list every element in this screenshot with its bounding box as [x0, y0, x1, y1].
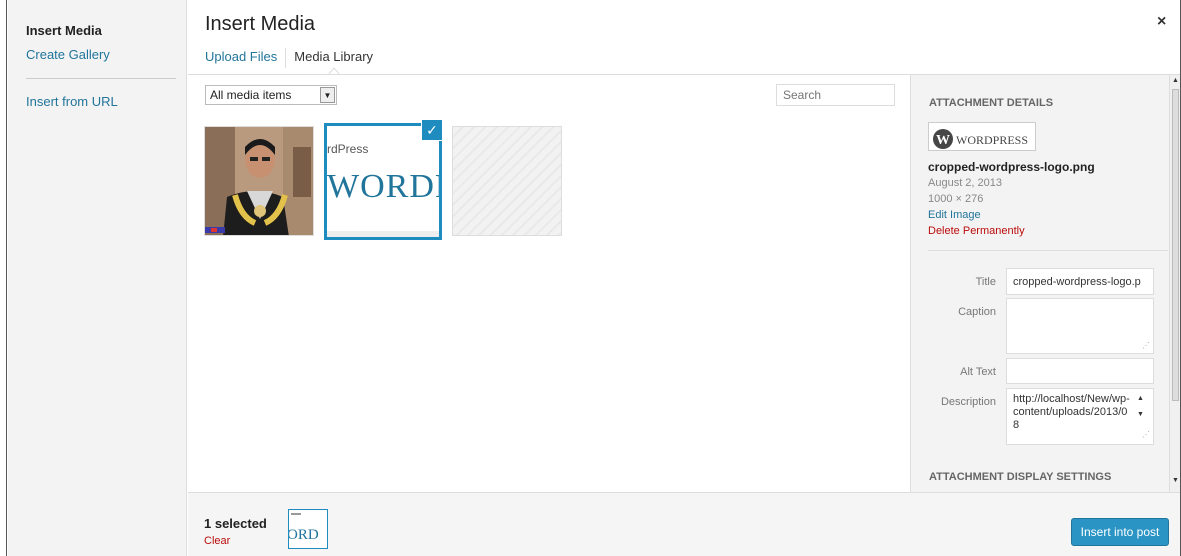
svg-text:W: W [936, 133, 950, 148]
tab-upload-files[interactable]: Upload Files [205, 49, 277, 64]
description-scroll-arrows-icon[interactable]: ▲ ▼ [1137, 395, 1145, 419]
media-filter-select[interactable]: All media items ▼ [205, 85, 337, 105]
tab-media-library[interactable]: Media Library [294, 49, 373, 64]
insert-into-post-button[interactable]: Insert into post [1071, 518, 1169, 546]
menu-item-insert-from-url[interactable]: Insert from URL [26, 94, 118, 109]
edit-image-link[interactable]: Edit Image [928, 209, 981, 221]
dropdown-arrow-icon[interactable]: ▼ [320, 87, 335, 103]
description-field[interactable]: http://localhost/New/wp-content/uploads/… [1006, 388, 1154, 445]
tab-separator [285, 48, 287, 68]
window-frame-left [0, 0, 7, 556]
sidebar-thumb-text: WORDPRESS [956, 133, 1028, 147]
selected-attachment-thumbnail[interactable]: ORD [288, 509, 328, 549]
person-photo-image [205, 127, 313, 235]
description-value: http://localhost/New/wp-content/uploads/… [1013, 393, 1130, 431]
router-tabs: Upload Files Media Library [205, 48, 373, 68]
clear-selection-link[interactable]: Clear [204, 535, 230, 547]
checkmark-icon[interactable]: ✓ [421, 119, 443, 141]
menu-separator [26, 78, 176, 79]
scrollbar-thumb[interactable] [1172, 89, 1179, 401]
menu-item-insert-media[interactable]: Insert Media [26, 23, 102, 38]
logo-text-big: WORDP [327, 168, 439, 205]
description-label: Description [940, 396, 996, 408]
attachment-placeholder[interactable] [452, 126, 562, 236]
alt-text-label: Alt Text [960, 366, 996, 378]
logo-text-small: rdPress [327, 142, 369, 156]
attachment-details-heading: Attachment Details [929, 97, 1054, 109]
delete-permanently-link[interactable]: Delete Permanently [928, 225, 1025, 237]
attachment-photo-person[interactable] [204, 126, 314, 236]
title-label: Title [975, 276, 996, 288]
logo-bottom-band [327, 231, 439, 237]
attachment-date: August 2, 2013 [928, 177, 1003, 189]
media-menu: Insert Media Create Gallery Insert from … [8, 0, 187, 556]
attachment-dimensions: 1000 × 276 [928, 193, 984, 205]
modal-title: Insert Media [205, 13, 316, 35]
selection-count: 1 selected [204, 516, 267, 531]
display-settings-heading: Attachment Display Settings [929, 471, 1112, 483]
media-footer-toolbar: 1 selected Clear ORD Insert into post [188, 492, 1180, 556]
attachment-details-thumbnail: W WORDPRESS [928, 122, 1036, 151]
selected-logo-image: ORD [289, 510, 327, 548]
close-icon[interactable]: × [1157, 14, 1166, 30]
details-divider [928, 250, 1168, 251]
caption-label: Caption [958, 306, 996, 318]
menu-item-create-gallery[interactable]: Create Gallery [26, 47, 110, 62]
media-filter-value: All media items [210, 88, 292, 102]
attachment-filename: cropped-wordpress-logo.png [928, 160, 1095, 174]
wordpress-logo-image: W WORDPRESS [929, 123, 1035, 150]
sidebar-scrollbar[interactable]: ▲ ▼ [1169, 75, 1180, 492]
title-field[interactable] [1006, 268, 1154, 295]
caption-field[interactable]: ⋰ [1006, 298, 1154, 354]
alt-text-field[interactable] [1006, 358, 1154, 384]
attachment-details-sidebar: Attachment Details W WORDPRESS cropped-w… [910, 75, 1169, 492]
resize-grip-icon[interactable]: ⋰ [1142, 341, 1150, 350]
selected-thumb-text: ORD [289, 527, 319, 543]
scroll-up-icon[interactable]: ▲ [1172, 77, 1179, 84]
description-resize-grip-icon[interactable]: ⋰ [1142, 428, 1150, 441]
scroll-down-icon[interactable]: ▼ [1172, 477, 1179, 484]
search-input[interactable] [776, 84, 895, 106]
